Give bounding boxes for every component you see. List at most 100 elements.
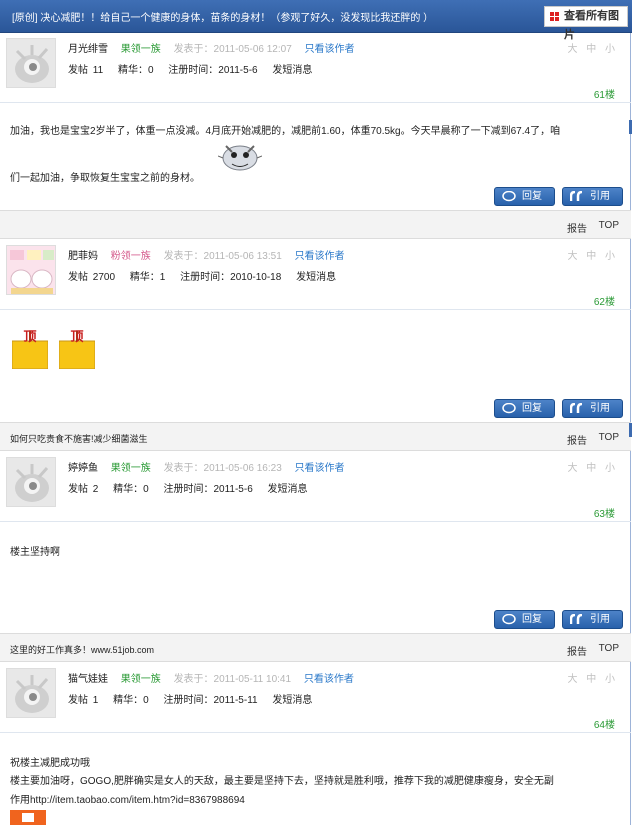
essence-count: 精华：0 <box>113 695 149 706</box>
post-content-line: 祝楼主减肥成功哦 <box>10 758 90 769</box>
user-rank: 果领一族 <box>110 463 151 474</box>
register-time: 注册时间：2011-5-6 <box>163 484 253 495</box>
default-avatar-icon <box>7 458 55 506</box>
post-footer: 这里的好工作真多！www.51job.com 报告 TOP <box>0 633 631 662</box>
report-link[interactable]: 报告 <box>567 432 587 447</box>
only-author-link[interactable]: 只看该作者 <box>295 251 345 262</box>
user-stats: 发帖 2700 精华：1 注册时间：2010-10-18 发短消息 <box>68 268 346 283</box>
cartoon-avatar-icon <box>7 246 55 294</box>
thread-header: [原创] 决心减肥！！给自己一个健康的身体，苗条的身材！（参观了好久，没发现比我… <box>0 0 632 41</box>
thread-title: [原创] 决心减肥！！给自己一个健康的身体，苗条的身材！（参观了好久，没发现比我… <box>12 13 434 24</box>
post-footer: 报告 TOP <box>0 210 631 239</box>
grid-icon <box>550 12 559 21</box>
post-count: 发帖 11 <box>68 65 104 76</box>
quote-icon <box>570 403 583 413</box>
avatar[interactable] <box>6 668 56 718</box>
ding-emoticon: 顶 <box>58 327 96 370</box>
quote-icon <box>570 614 583 624</box>
font-size-switch[interactable]: 大 中 小 <box>567 247 615 262</box>
post-meta: 肥菲妈 粉领一族 发表于：2011-05-06 13:51 只看该作者 <box>68 247 345 262</box>
footer-ad-link[interactable]: 这里的好工作真多！www.51job.com <box>10 643 154 656</box>
quote-label: 引用 <box>590 403 610 414</box>
reply-button[interactable]: 回复 <box>494 610 555 629</box>
view-all-images-button[interactable]: 查看所有图片 <box>544 6 628 41</box>
user-rank: 果领一族 <box>120 674 161 685</box>
reply-icon <box>502 191 516 202</box>
post-footer: 如何只吃贵食不施害!减少细菌滋生 报告 TOP <box>0 422 631 451</box>
footer-ad-link[interactable]: 如何只吃贵食不施害!减少细菌滋生 <box>10 432 148 445</box>
username[interactable]: 猫气娃娃 <box>68 674 108 685</box>
reply-label: 回复 <box>522 403 542 414</box>
user-stats: 发帖 11 精华：0 注册时间：2011-5-6 发短消息 <box>68 61 322 76</box>
post-count: 发帖 2700 <box>68 272 116 283</box>
floor-number: 61楼 <box>593 90 615 101</box>
reply-button[interactable]: 回复 <box>494 187 555 206</box>
ding-label: 顶 <box>23 330 36 345</box>
post-time: 发表于：2011-05-06 12:07 <box>173 44 292 55</box>
essence-count: 精华：0 <box>117 65 154 76</box>
send-message-link[interactable]: 发短消息 <box>272 695 312 706</box>
quote-label: 引用 <box>590 191 610 202</box>
avatar[interactable] <box>6 245 56 295</box>
default-avatar-icon <box>7 669 55 717</box>
reply-label: 回复 <box>522 614 542 625</box>
user-rank: 果领一族 <box>120 44 161 55</box>
reply-icon <box>502 614 516 625</box>
shop-badge-icon <box>10 810 46 825</box>
report-link[interactable]: 报告 <box>567 643 587 658</box>
quote-button[interactable]: 引用 <box>562 187 623 206</box>
ding-label: 顶 <box>70 330 83 345</box>
username[interactable]: 肥菲妈 <box>68 251 98 262</box>
register-time: 注册时间：2011-5-6 <box>168 65 258 76</box>
post-meta: 猫气娃娃 果领一族 发表于：2011-05-11 10:41 只看该作者 <box>68 670 354 685</box>
top-link[interactable]: TOP <box>599 432 619 443</box>
floor-number: 62楼 <box>593 297 615 308</box>
essence-count: 精华：0 <box>113 484 149 495</box>
post-time: 发表于：2011-05-06 13:51 <box>163 251 282 262</box>
register-time: 注册时间：2011-5-11 <box>163 695 258 706</box>
avatar[interactable] <box>6 457 56 507</box>
post-author-bar: 月光绯雪 果领一族 发表于：2011-05-06 12:07 只看该作者 大 中… <box>0 34 631 103</box>
post-count: 发帖 1 <box>68 695 99 706</box>
quote-button[interactable]: 引用 <box>562 399 623 418</box>
reply-label: 回复 <box>522 191 542 202</box>
user-rank: 粉领一族 <box>110 251 151 262</box>
font-size-switch[interactable]: 大 中 小 <box>567 670 615 685</box>
username[interactable]: 婷婷鱼 <box>68 463 98 474</box>
floor-number: 64楼 <box>593 720 615 731</box>
user-stats: 发帖 1 精华：0 注册时间：2011-5-11 发短消息 <box>68 691 322 706</box>
user-stats: 发帖 2 精华：0 注册时间：2011-5-6 发短消息 <box>68 480 318 495</box>
top-link[interactable]: TOP <box>599 643 619 654</box>
reply-button[interactable]: 回复 <box>494 399 555 418</box>
post-author-bar: 婷婷鱼 果领一族 发表于：2011-05-06 16:23 只看该作者 大 中 … <box>0 453 631 522</box>
font-size-switch[interactable]: 大 中 小 <box>567 459 615 474</box>
avatar[interactable] <box>6 38 56 88</box>
floor-number: 63楼 <box>593 509 615 520</box>
post-author-bar: 肥菲妈 粉领一族 发表于：2011-05-06 13:51 只看该作者 大 中 … <box>0 241 631 310</box>
font-size-switch[interactable]: 大 中 小 <box>567 40 615 55</box>
quote-icon <box>570 191 583 201</box>
ding-emoticon: 顶 <box>11 327 49 370</box>
report-link[interactable]: 报告 <box>567 220 587 235</box>
post-content-line: 作用http://item.taobao.com/item.htm?id=836… <box>10 795 245 806</box>
reply-icon <box>502 403 516 414</box>
ding-sign-icon: 顶 <box>11 330 49 370</box>
register-time: 注册时间：2010-10-18 <box>180 272 282 283</box>
default-avatar-icon <box>7 39 55 87</box>
only-author-link[interactable]: 只看该作者 <box>295 463 345 474</box>
post-time: 发表于：2011-05-11 10:41 <box>173 674 292 685</box>
post-content-line: 加油，我也是宝宝2岁半了，体重一点没减。4月底开始减肥的，减肥前1.60，体重7… <box>10 126 561 137</box>
essence-count: 精华：1 <box>129 272 166 283</box>
top-link[interactable]: TOP <box>599 220 619 231</box>
send-message-link[interactable]: 发短消息 <box>296 272 336 283</box>
post-content-line: 们一起加油，争取恢复生宝宝之前的身材。 <box>10 173 200 184</box>
post-content-line: 楼主要加油呀，GOGO,肥胖确实是女人的天敌，最主要是坚持下去，坚持就是胜利哦，… <box>10 776 554 787</box>
username[interactable]: 月光绯雪 <box>68 44 108 55</box>
only-author-link[interactable]: 只看该作者 <box>305 44 355 55</box>
post-content-line: 楼主坚持啊 <box>10 547 60 558</box>
only-author-link[interactable]: 只看该作者 <box>304 674 354 685</box>
quote-button[interactable]: 引用 <box>562 610 623 629</box>
send-message-link[interactable]: 发短消息 <box>268 484 308 495</box>
send-message-link[interactable]: 发短消息 <box>272 65 312 76</box>
post-count: 发帖 2 <box>68 484 99 495</box>
